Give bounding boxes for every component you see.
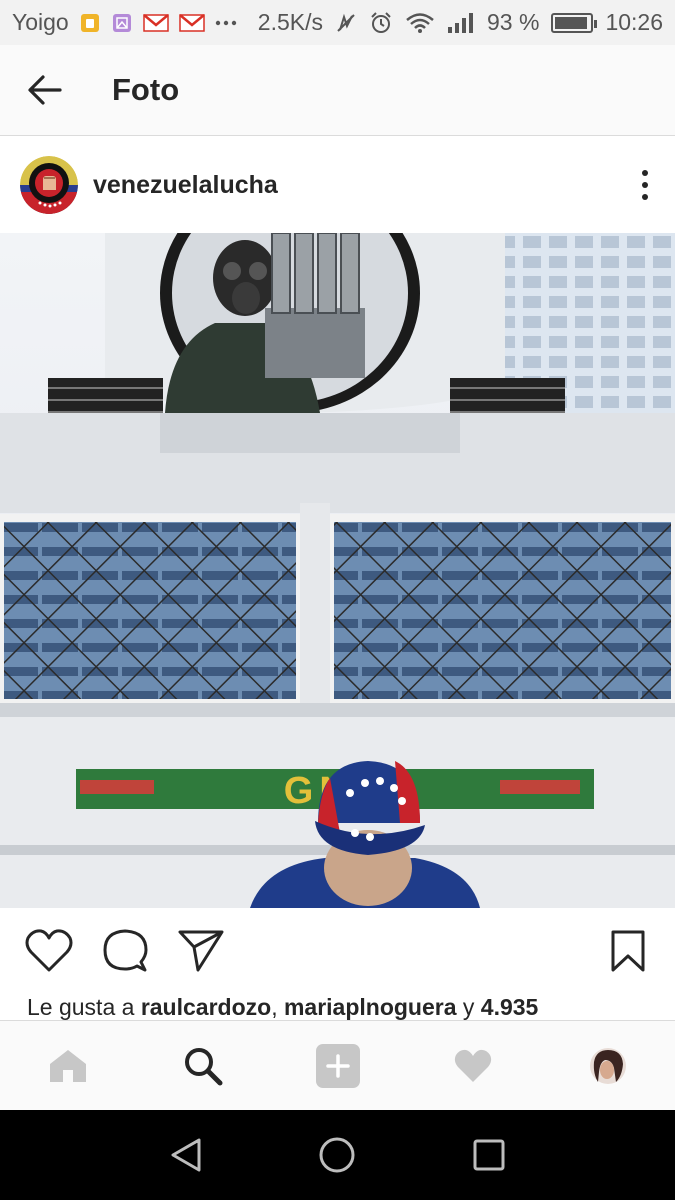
carrier-name: Yoigo — [12, 9, 69, 35]
triangle-back-icon — [171, 1138, 201, 1172]
system-recents-button[interactable] — [449, 1115, 529, 1195]
more-options-button[interactable] — [615, 155, 675, 215]
system-home-button[interactable] — [297, 1115, 377, 1195]
likes-and: y — [456, 994, 481, 1020]
bottom-nav — [0, 1020, 675, 1110]
more-vertical-icon — [642, 170, 648, 200]
network-speed: 2.5K/s — [257, 9, 323, 35]
post-username[interactable]: venezuelalucha — [93, 171, 278, 200]
post-header: venezuelalucha — [0, 137, 675, 233]
profile-avatar — [589, 1047, 626, 1084]
nav-add[interactable] — [298, 1026, 378, 1106]
likes-count[interactable]: 4.935 — [481, 994, 539, 1020]
gmail-icon — [178, 13, 205, 33]
nav-profile[interactable] — [568, 1026, 648, 1106]
share-button[interactable] — [176, 926, 226, 976]
more-notifications-icon — [215, 19, 237, 27]
search-icon — [184, 1047, 222, 1085]
wifi-icon — [405, 12, 435, 34]
system-back-button[interactable] — [146, 1115, 226, 1195]
back-arrow-icon — [28, 75, 62, 105]
home-icon — [49, 1049, 86, 1082]
nav-search[interactable] — [163, 1026, 243, 1106]
likes-separator: , — [271, 994, 284, 1020]
send-icon — [178, 930, 224, 972]
comment-button[interactable] — [100, 926, 150, 976]
liker-link[interactable]: raulcardozo — [141, 994, 271, 1020]
clock: 10:26 — [605, 9, 663, 35]
square-recents-icon — [473, 1139, 505, 1171]
post-photo[interactable]: GNB — [0, 233, 675, 908]
user-avatar[interactable] — [20, 156, 78, 214]
vibrate-mute-icon — [335, 12, 357, 34]
page-title: Foto — [112, 72, 180, 107]
heart-icon — [25, 929, 73, 972]
post-actions — [0, 908, 675, 994]
heart-icon — [454, 1049, 491, 1082]
nav-activity[interactable] — [433, 1026, 513, 1106]
signal-icon — [447, 12, 475, 34]
alarm-icon — [369, 11, 393, 35]
back-button[interactable] — [0, 45, 90, 136]
likes-summary: Le gusta a raulcardozo, mariaplnoguera y… — [27, 994, 538, 1021]
sim-card-icon — [79, 12, 101, 34]
status-bar: Yoigo 2.5K/s 93 % 10:26 — [0, 0, 675, 45]
gmail-icon — [142, 13, 169, 33]
liker-link[interactable]: mariaplnoguera — [284, 994, 457, 1020]
nav-home[interactable] — [28, 1026, 108, 1106]
system-nav-bar — [0, 1110, 675, 1200]
gallery-icon — [111, 12, 133, 34]
battery-icon — [551, 12, 598, 33]
bookmark-icon — [611, 930, 645, 972]
app-header: Foto — [0, 45, 675, 136]
add-icon — [315, 1043, 360, 1088]
circle-home-icon — [319, 1137, 355, 1173]
save-button[interactable] — [603, 926, 653, 976]
comment-icon — [103, 929, 148, 972]
battery-percent: 93 % — [487, 9, 540, 35]
like-button[interactable] — [24, 926, 74, 976]
likes-prefix: Le gusta a — [27, 994, 141, 1020]
